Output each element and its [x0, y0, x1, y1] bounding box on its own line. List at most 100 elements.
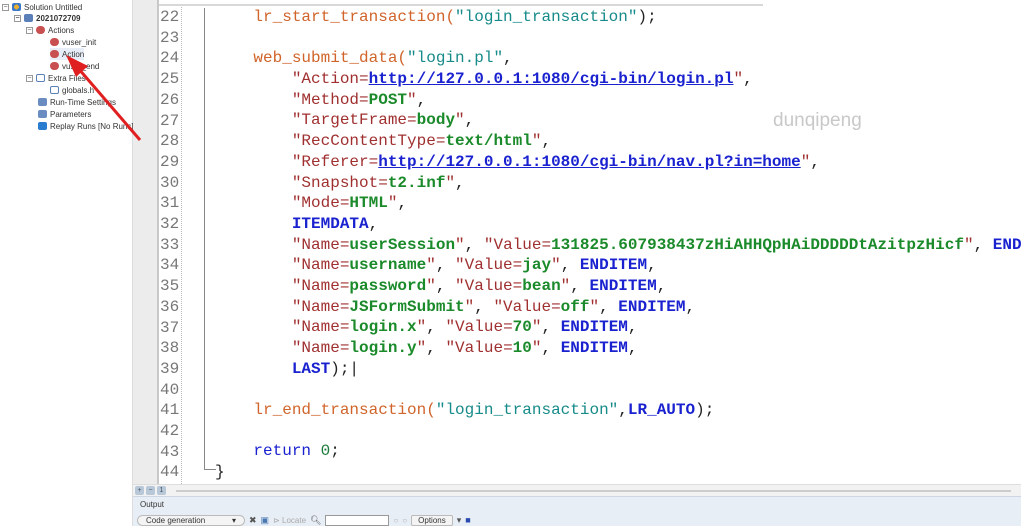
clear-icon[interactable]: ✖	[249, 515, 257, 526]
code-token: http://127.0.0.1:1080/cgi-bin/login.pl	[368, 70, 734, 89]
tree-vuser-init[interactable]: vuser_init	[50, 36, 96, 48]
output-filter-select[interactable]: Code generation ▾	[137, 514, 245, 526]
zoom-level: 1	[157, 486, 166, 495]
tree-extra-files[interactable]: − Extra Files	[26, 72, 86, 84]
zoom-in-icon[interactable]: +	[135, 486, 144, 495]
file-icon	[50, 86, 59, 94]
line-number: 36	[160, 297, 180, 316]
code-token: "	[800, 152, 811, 171]
line-number: 35	[160, 277, 180, 296]
code-token: ENDITEM	[618, 297, 686, 316]
output-search-input[interactable]	[325, 514, 390, 526]
options-button[interactable]: Options	[411, 514, 453, 526]
code-token: HTML	[349, 194, 388, 213]
settings-icon	[38, 98, 47, 106]
code-token: ,	[426, 339, 446, 357]
code-token: ,	[541, 339, 561, 357]
code-line: "Name=login.y", "Value=10", ENDITEM,	[215, 338, 1021, 359]
editor-gutter	[133, 0, 159, 484]
tree-label: vuser_end	[62, 61, 100, 71]
search-icon[interactable]: 🔍︎	[310, 515, 321, 526]
code-token: "	[589, 297, 600, 316]
code-token: ,	[416, 90, 427, 109]
code-token: ,	[464, 235, 484, 254]
code-token: ,	[435, 256, 456, 275]
code-line: "Name=username", "Value=jay", ENDITEM,	[215, 255, 1021, 276]
collapse-icon[interactable]: −	[2, 3, 9, 11]
line-number: 22	[160, 8, 180, 26]
line-number: 39	[160, 359, 180, 378]
code-token: 70	[512, 318, 532, 337]
wrap-icon[interactable]: ▣	[261, 515, 270, 526]
code-line: "Name=JSFormSubmit", "Value=off", ENDITE…	[215, 297, 1021, 318]
code-token: ,	[560, 256, 580, 275]
code-token: );	[695, 401, 715, 420]
code-token: "	[426, 256, 436, 275]
code-line: return 0;	[215, 441, 1021, 462]
find-prev-icon[interactable]: ○	[393, 516, 398, 525]
collapse-icon[interactable]: −	[26, 74, 33, 82]
tree-label: Action	[62, 49, 85, 59]
code-token: jay	[522, 256, 552, 275]
code-line: web_submit_data("login.pl",	[215, 48, 1021, 69]
tree-script[interactable]: − 2021072709	[14, 12, 81, 24]
code-token: "	[445, 173, 456, 192]
code-line: lr_start_transaction("login_transaction"…	[215, 7, 1021, 28]
actions-icon	[36, 26, 45, 34]
divider	[133, 4, 763, 6]
line-number: 37	[160, 318, 180, 337]
code-token: password	[349, 276, 427, 295]
tree-runtime-settings[interactable]: Run-Time Settings	[38, 96, 116, 108]
scroll-track[interactable]	[176, 489, 1011, 492]
code-token: JSFormSubmit	[349, 297, 465, 316]
file-icon	[36, 74, 45, 82]
code-line: "Name=userSession", "Value=131825.607938…	[215, 235, 1021, 256]
tree-actions[interactable]: − Actions	[26, 24, 74, 36]
locate-button[interactable]: ⊳ Locate	[273, 516, 306, 525]
code-editor[interactable]: lr_start_transaction("login_transaction"…	[215, 7, 1021, 484]
filter-value: Code generation	[146, 515, 206, 525]
code-line: "Mode=HTML",	[215, 193, 1021, 214]
tree-parameters[interactable]: Parameters	[38, 108, 91, 120]
save-icon[interactable]: ■	[465, 515, 470, 525]
tree-action[interactable]: Action	[50, 48, 85, 60]
code-token: "Value=	[455, 256, 523, 275]
tree-globals[interactable]: globals.h	[50, 84, 94, 96]
code-token: login.y	[349, 339, 417, 357]
code-token: ,	[743, 70, 753, 89]
find-next-icon[interactable]: ○	[402, 516, 407, 525]
horizontal-scrollbar[interactable]: + − 1	[133, 484, 1021, 496]
zoom-out-icon[interactable]: −	[146, 486, 155, 495]
tree-vuser-end[interactable]: vuser_end	[50, 60, 99, 72]
action-icon	[50, 62, 59, 70]
code-token: );	[637, 8, 657, 26]
options-dropdown-icon[interactable]: ▾	[457, 515, 462, 526]
code-token: ;	[330, 442, 340, 461]
code-token: off	[560, 297, 590, 316]
collapse-icon[interactable]: −	[14, 14, 21, 22]
tree-label: Actions	[48, 25, 75, 35]
code-token: "	[464, 297, 475, 316]
code-token: "Name=	[291, 297, 350, 316]
collapse-icon[interactable]: −	[26, 26, 33, 34]
code-token: username	[349, 256, 427, 275]
code-token: "Value=	[483, 235, 552, 254]
code-token: web_submit_data(	[253, 49, 408, 68]
code-token: ,	[464, 111, 475, 130]
tree-replay-runs[interactable]: Replay Runs [No Runs]	[38, 120, 134, 132]
code-token: t2.inf	[387, 173, 446, 192]
code-line: "Method=POST",	[215, 90, 1021, 111]
locate-label: Locate	[282, 515, 307, 525]
code-token: "	[426, 276, 436, 295]
line-number: 27	[160, 111, 180, 130]
code-token: text/html	[445, 132, 532, 151]
code-token: "	[416, 318, 427, 337]
code-token: ,	[685, 297, 696, 316]
